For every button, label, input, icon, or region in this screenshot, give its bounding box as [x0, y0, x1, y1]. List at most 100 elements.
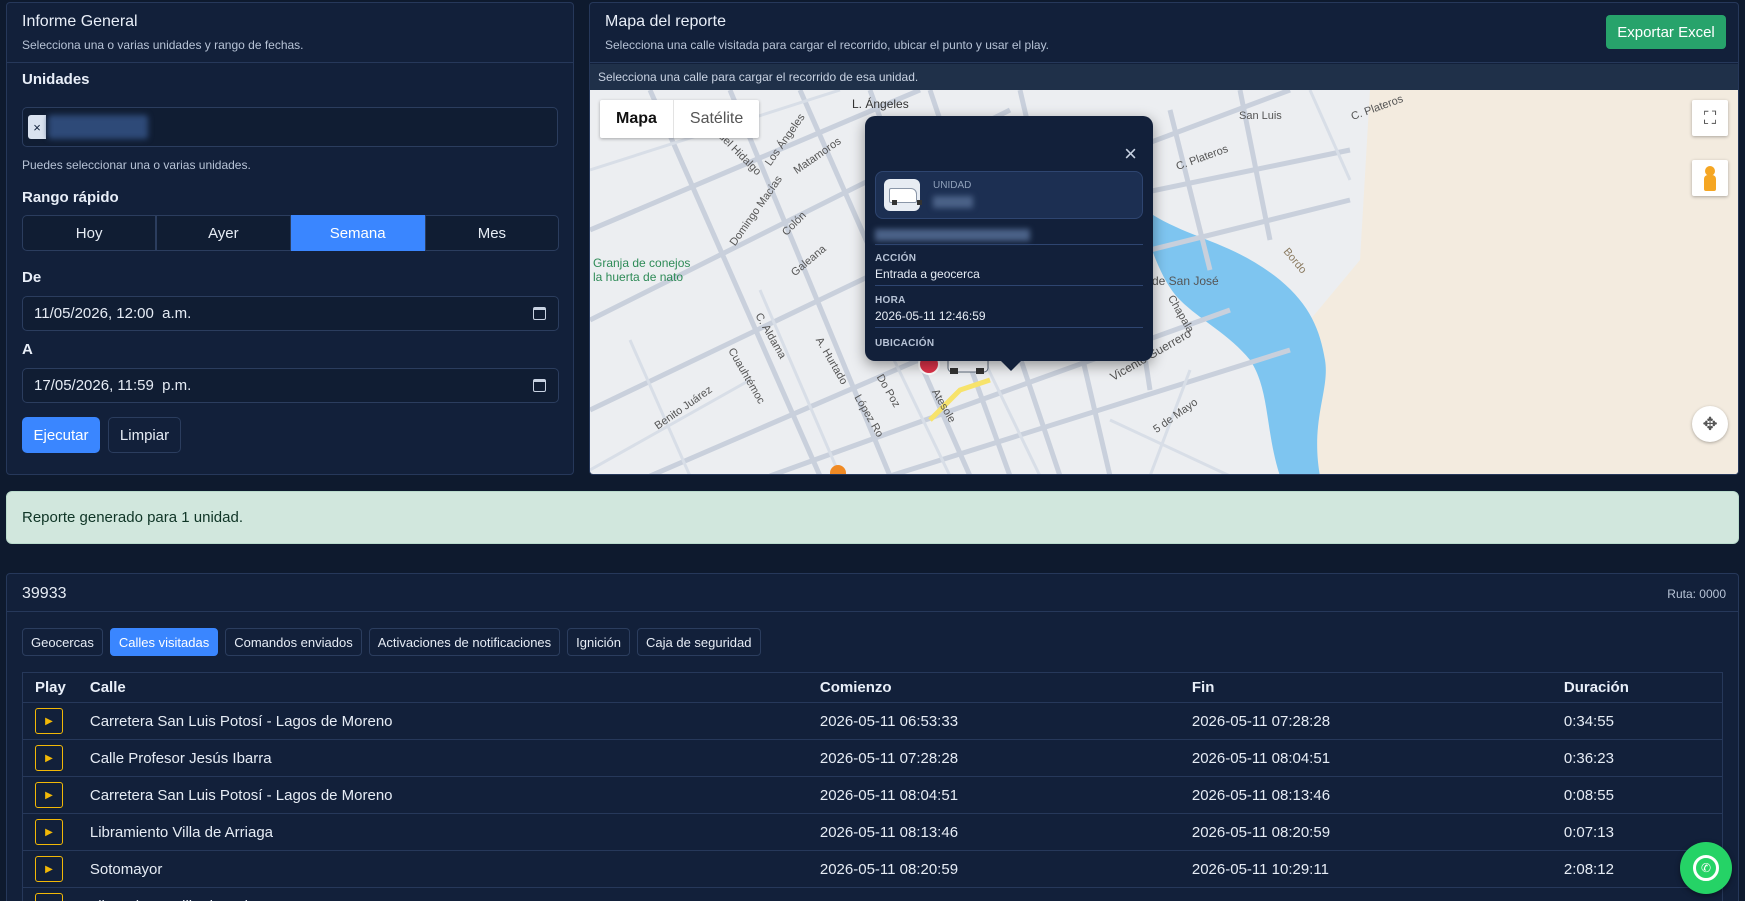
start-cell: 2026-05-11 08:13:46	[807, 813, 1180, 851]
popup-time-label: HORA	[875, 295, 906, 306]
tab-caja-seguridad[interactable]: Caja de seguridad	[636, 628, 761, 656]
table-row[interactable]: ▶ Carretera San Luis Potosí - Lagos de M…	[22, 702, 1723, 740]
map-canvas[interactable]: L. Ángeles Granja de conejos la huerta d…	[590, 90, 1738, 474]
units-label: Unidades	[22, 71, 90, 88]
play-cell: ▶	[22, 702, 78, 740]
range-today-button[interactable]: Hoy	[22, 215, 157, 251]
info-window: × UNIDAD ACCIÓN Entrada a geocerca HORA …	[865, 116, 1153, 371]
table-row[interactable]: ▶ Sotomayor 2026-05-11 08:20:59 2026-05-…	[22, 850, 1723, 888]
map-type-control: Mapa Satélite	[600, 100, 760, 138]
van-icon	[884, 179, 922, 211]
play-cell: ▶	[22, 739, 78, 777]
units-help-text: Puedes seleccionar una o varias unidades…	[22, 158, 251, 172]
map-panel: Mapa del reporte Selecciona una calle vi…	[589, 2, 1739, 475]
popup-time-value: 2026-05-11 12:46:59	[875, 309, 986, 323]
success-alert: Reporte generado para 1 unidad.	[6, 491, 1739, 544]
calendar-icon[interactable]	[533, 379, 546, 392]
end-cell: 2026-05-11 08:20:59	[1179, 813, 1552, 851]
table-row[interactable]: ▶ Calle Profesor Jesús Ibarra 2026-05-11…	[22, 739, 1723, 777]
play-icon[interactable]: ▶	[35, 856, 63, 882]
popup-divider	[875, 327, 1143, 328]
streets-table: Play Calle Comienzo Fin Duración ▶ Carre…	[22, 672, 1723, 901]
play-icon[interactable]: ▶	[35, 708, 63, 734]
popup-divider	[875, 285, 1143, 286]
map-type-map-button[interactable]: Mapa	[600, 100, 674, 138]
map-label: la huerta de nato	[593, 270, 684, 284]
tab-activaciones[interactable]: Activaciones de notificaciones	[368, 628, 561, 656]
play-cell: ▶	[22, 776, 78, 814]
route-label: Ruta: 0000	[1667, 587, 1726, 601]
end-cell: 2026-05-11 10:29:11	[1179, 850, 1552, 888]
tab-ignicion[interactable]: Ignición	[567, 628, 630, 656]
report-filter-panel: Informe General Selecciona una o varias …	[6, 2, 574, 475]
pegman-icon[interactable]	[1692, 160, 1728, 196]
column-header: Duración	[1551, 672, 1723, 703]
popup-action-label: ACCIÓN	[875, 253, 917, 264]
from-date-input[interactable]: 11/05/2026, 12:00 a.m.	[22, 296, 559, 331]
whatsapp-icon: ✆	[1693, 855, 1719, 881]
map-label: San Luis	[1239, 110, 1282, 122]
report-tabs: Geocercas Calles visitadas Comandos envi…	[22, 628, 761, 656]
start-cell: 2026-05-11 06:53:33	[807, 702, 1180, 740]
play-icon[interactable]: ▶	[35, 893, 63, 901]
popup-name-redacted	[875, 229, 1030, 241]
unit-chip: ×	[28, 114, 148, 140]
tab-geocercas[interactable]: Geocercas	[22, 628, 103, 656]
map-label: Granja de conejos	[593, 256, 691, 270]
play-icon[interactable]: ▶	[35, 782, 63, 808]
range-week-button[interactable]: Semana	[290, 215, 425, 251]
to-label: A	[22, 341, 33, 358]
end-cell: 2026-05-11 08:04:51	[1179, 739, 1552, 777]
range-label: Rango rápido	[22, 189, 119, 206]
end-cell: 2026-05-11 10:56:29	[1179, 887, 1552, 901]
quick-range-group: Hoy Ayer Semana Mes	[22, 215, 559, 251]
report-panel: 39933 Ruta: 0000 Geocercas Calles visita…	[6, 573, 1739, 901]
clear-button[interactable]: Limpiar	[108, 417, 181, 453]
play-icon[interactable]: ▶	[35, 745, 63, 771]
unit-chip-label-redacted	[48, 115, 148, 139]
tab-comandos-enviados[interactable]: Comandos enviados	[225, 628, 362, 656]
whatsapp-button[interactable]: ✆	[1680, 842, 1732, 894]
play-cell: ▶	[22, 887, 78, 901]
street-cell: Carretera San Luis Potosí - Lagos de Mor…	[77, 776, 808, 814]
units-select[interactable]: ×	[22, 107, 558, 147]
close-icon[interactable]: ×	[1124, 141, 1137, 167]
tab-calles-visitadas[interactable]: Calles visitadas	[109, 628, 219, 656]
filter-panel-title: Informe General	[22, 13, 138, 30]
fullscreen-icon[interactable]: ⛶	[1692, 100, 1728, 136]
duration-cell: 0:34:55	[1551, 702, 1723, 740]
map-panel-header: Mapa del reporte Selecciona una calle vi…	[590, 3, 1738, 63]
range-yesterday-button[interactable]: Ayer	[156, 215, 291, 251]
popup-unit-label: UNIDAD	[933, 180, 972, 191]
chip-remove-icon[interactable]: ×	[28, 115, 46, 139]
popup-unit-card: UNIDAD	[875, 171, 1143, 219]
column-header: Calle	[77, 672, 808, 703]
map-hint: Selecciona una calle para cargar el reco…	[590, 64, 1738, 90]
from-label: De	[22, 269, 42, 286]
play-icon[interactable]: ▶	[35, 819, 63, 845]
popup-divider	[875, 244, 1143, 245]
recenter-icon[interactable]: ✥	[1692, 406, 1728, 442]
street-cell: Libramiento Villa de Arriaga	[77, 887, 808, 901]
table-row[interactable]: ▶ Libramiento Villa de Arriaga 2026-05-1…	[22, 813, 1723, 851]
column-header: Play	[22, 672, 78, 703]
calendar-icon[interactable]	[533, 307, 546, 320]
to-date-input[interactable]: 17/05/2026, 11:59 p.m.	[22, 368, 559, 403]
street-cell: Carretera San Luis Potosí - Lagos de Mor…	[77, 702, 808, 740]
map-label: de San José	[1152, 274, 1219, 288]
end-cell: 2026-05-11 08:13:46	[1179, 776, 1552, 814]
column-header: Fin	[1179, 672, 1552, 703]
duration-cell: 0:08:55	[1551, 776, 1723, 814]
start-cell: 2026-05-11 10:29:11	[807, 887, 1180, 901]
table-row[interactable]: ▶ Carretera San Luis Potosí - Lagos de M…	[22, 776, 1723, 814]
range-month-button[interactable]: Mes	[424, 215, 559, 251]
popup-action-value: Entrada a geocerca	[875, 267, 980, 281]
export-excel-button[interactable]: Exportar Excel	[1606, 15, 1726, 49]
popup-location-label: UBICACIÓN	[875, 338, 935, 349]
table-row[interactable]: ▶ Libramiento Villa de Arriaga 2026-05-1…	[22, 887, 1723, 901]
play-cell: ▶	[22, 850, 78, 888]
to-date-value: 17/05/2026, 11:59 p.m.	[34, 377, 192, 394]
report-unit-title: 39933	[7, 574, 1738, 612]
run-button[interactable]: Ejecutar	[22, 417, 100, 453]
map-type-satellite-button[interactable]: Satélite	[674, 100, 759, 138]
